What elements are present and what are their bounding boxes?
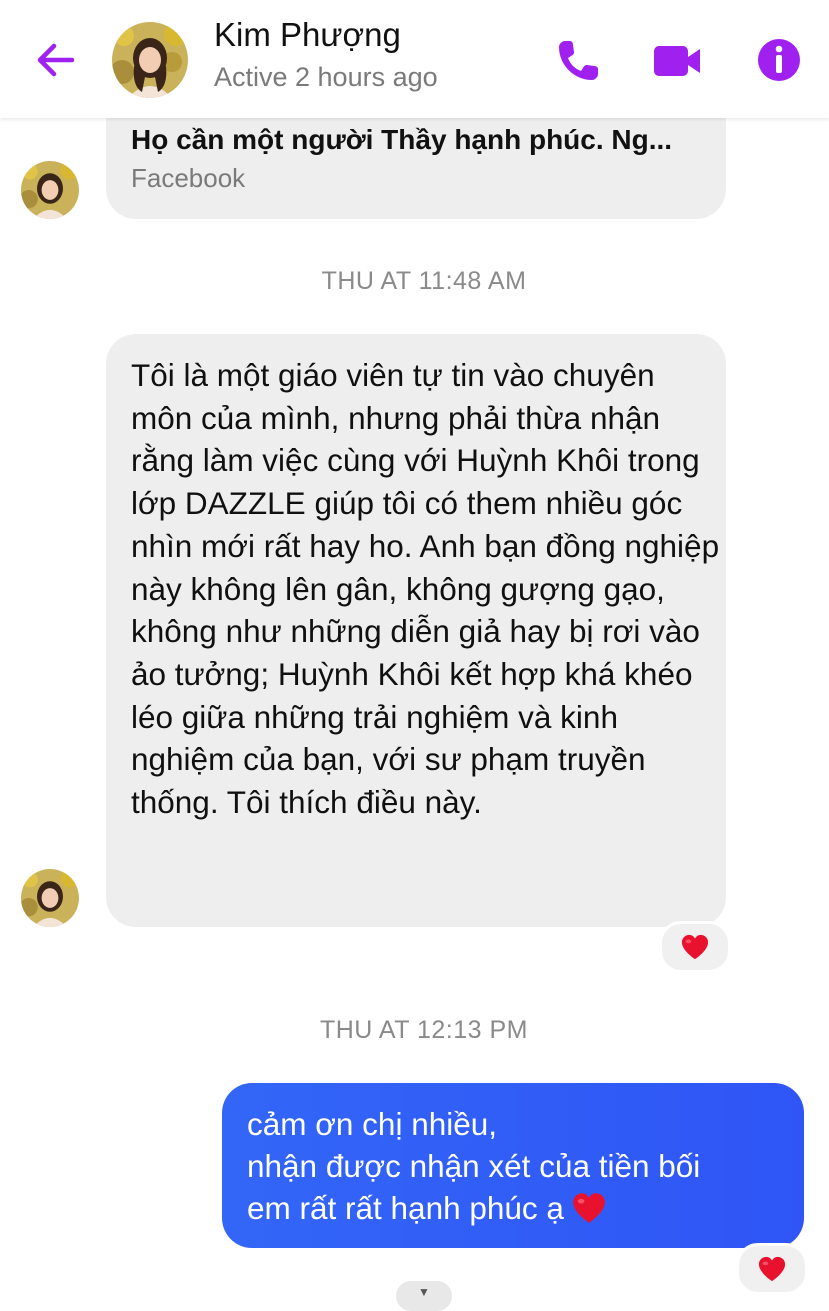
message-reaction[interactable] [736,1243,808,1295]
sent-message-line: nhận được nhận xét của tiền bối [247,1148,701,1184]
back-arrow-icon[interactable] [30,36,78,84]
red-heart-icon [681,934,709,960]
sent-message-line: cảm ơn chị nhiều, [247,1106,498,1142]
message-timestamp: THU AT 12:13 PM [319,1016,529,1044]
contact-avatar[interactable] [112,22,188,98]
red-heart-emoji-icon [573,1193,605,1223]
link-preview-title: Họ cần một người Thầy hạnh phúc. Ng... [131,124,673,155]
message-reaction[interactable] [659,921,731,973]
sent-message-line: em rất rất hạnh phúc ạ [247,1190,564,1226]
received-message-bubble[interactable]: Tôi là một giáo viên tự tin vào chuyên m… [106,334,726,927]
sender-avatar[interactable] [21,161,79,219]
chevron-down-icon: ▼ [418,1285,430,1299]
info-icon[interactable] [754,35,804,85]
sender-avatar[interactable] [21,869,79,927]
phone-icon[interactable] [554,35,604,85]
contact-name[interactable]: Kim Phượng [214,16,401,54]
active-status: Active 2 hours ago [214,62,438,92]
link-preview-source: Facebook [131,163,246,193]
scroll-to-bottom-button[interactable]: ▼ [396,1281,452,1311]
received-message-text: Tôi là một giáo viên tự tin vào chuyên m… [131,357,720,821]
message-timestamp: THU AT 11:48 AM [321,267,527,295]
red-heart-icon [758,1256,786,1282]
video-camera-icon[interactable] [652,38,702,88]
sent-message-text: cảm ơn chị nhiều, nhận được nhận xét của… [247,1103,807,1229]
sent-message-line-with-emoji: em rất rất hạnh phúc ạ [247,1187,807,1229]
chat-header: Kim Phượng Active 2 hours ago [0,0,829,118]
sent-message-bubble[interactable]: cảm ơn chị nhiều, nhận được nhận xét của… [222,1083,804,1248]
